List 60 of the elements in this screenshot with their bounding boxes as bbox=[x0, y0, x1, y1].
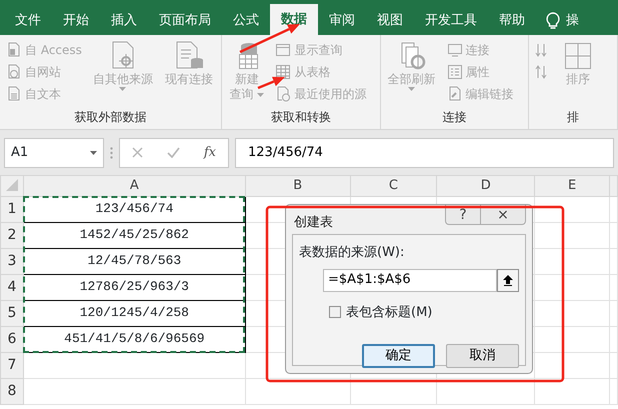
group-label: 排 bbox=[566, 110, 579, 124]
column-header[interactable]: B bbox=[245, 176, 350, 196]
ribbon-tab[interactable]: 开始 bbox=[52, 6, 100, 35]
row-header[interactable]: 8 bbox=[0, 378, 24, 404]
ribbon-tab[interactable]: 视图 bbox=[366, 6, 414, 35]
column-header[interactable]: E bbox=[534, 176, 610, 196]
table-cell: 12786/25/963/3 bbox=[23, 274, 246, 300]
monitor-icon bbox=[446, 42, 463, 58]
name-box[interactable]: A1 bbox=[4, 138, 104, 168]
row-header[interactable]: 7 bbox=[0, 352, 24, 378]
link-document-icon bbox=[446, 86, 463, 102]
ribbon-tab[interactable]: 审阅 bbox=[318, 6, 366, 35]
table-cell: 1452/45/25/862 bbox=[23, 222, 246, 248]
row-header[interactable]: 2 bbox=[0, 222, 24, 248]
globe-document-icon bbox=[6, 64, 22, 80]
row-header[interactable]: 3 bbox=[0, 248, 24, 274]
select-all-icon[interactable] bbox=[6, 179, 18, 192]
ribbon-tab[interactable]: 文件 bbox=[4, 6, 52, 35]
row-header[interactable]: 5 bbox=[0, 300, 24, 326]
checkbox[interactable] bbox=[329, 306, 341, 318]
ribbon-tab[interactable]: 插入 bbox=[100, 6, 148, 35]
window-icon bbox=[275, 42, 292, 58]
column-header[interactable]: A bbox=[23, 176, 246, 196]
lightbulb-icon[interactable] bbox=[546, 12, 560, 30]
dialog-title: 创建表 bbox=[294, 214, 333, 232]
range-field[interactable]: =$A$1:$A$6 bbox=[323, 268, 497, 292]
grip-icon bbox=[110, 146, 113, 158]
checkbox-label[interactable]: 表包含标题(M) bbox=[346, 302, 432, 322]
ribbon-tab[interactable]: 帮助 bbox=[488, 6, 536, 35]
list-icon bbox=[446, 64, 463, 80]
ribbon-tab[interactable]: 页面布局 bbox=[148, 6, 222, 35]
database-document-icon bbox=[6, 42, 22, 58]
upload-arrow-icon bbox=[503, 274, 513, 286]
row-header[interactable]: 1 bbox=[0, 196, 24, 222]
field-label: 表数据的来源(W): bbox=[299, 245, 404, 260]
table-cell: 12/45/78/563 bbox=[23, 248, 246, 274]
cancel-icon[interactable] bbox=[132, 147, 143, 158]
annotation-arrow bbox=[258, 76, 285, 90]
formula-field[interactable]: 123/456/74 bbox=[235, 138, 614, 168]
table-cell: 120/1245/4/258 bbox=[23, 300, 246, 326]
check-icon[interactable] bbox=[166, 147, 180, 158]
column-header[interactable]: C bbox=[350, 176, 437, 196]
caret-icon bbox=[90, 150, 97, 154]
group-label: 连接 bbox=[442, 110, 466, 124]
tell-me-text[interactable]: 操 bbox=[566, 10, 579, 30]
row-header[interactable]: 6 bbox=[0, 326, 24, 352]
dialog-button[interactable]: 确定 bbox=[362, 344, 435, 368]
clock-document-icon bbox=[275, 86, 292, 102]
ribbon-tab[interactable]: 数据 bbox=[270, 4, 318, 35]
document-icon bbox=[6, 86, 22, 102]
group-label: 获取外部数据 bbox=[74, 110, 147, 124]
table-icon bbox=[275, 64, 292, 80]
insert-function-button[interactable]: fx bbox=[204, 142, 216, 162]
group-label: 获取和转换 bbox=[271, 110, 332, 124]
collapse-button[interactable] bbox=[497, 268, 519, 292]
column-header[interactable]: D bbox=[436, 176, 535, 196]
ribbon-tab[interactable]: 开发工具 bbox=[414, 6, 488, 35]
ribbon-tab[interactable]: 公式 bbox=[222, 6, 270, 35]
dialog-button[interactable]: 取消 bbox=[446, 344, 519, 368]
row-header[interactable]: 4 bbox=[0, 274, 24, 300]
